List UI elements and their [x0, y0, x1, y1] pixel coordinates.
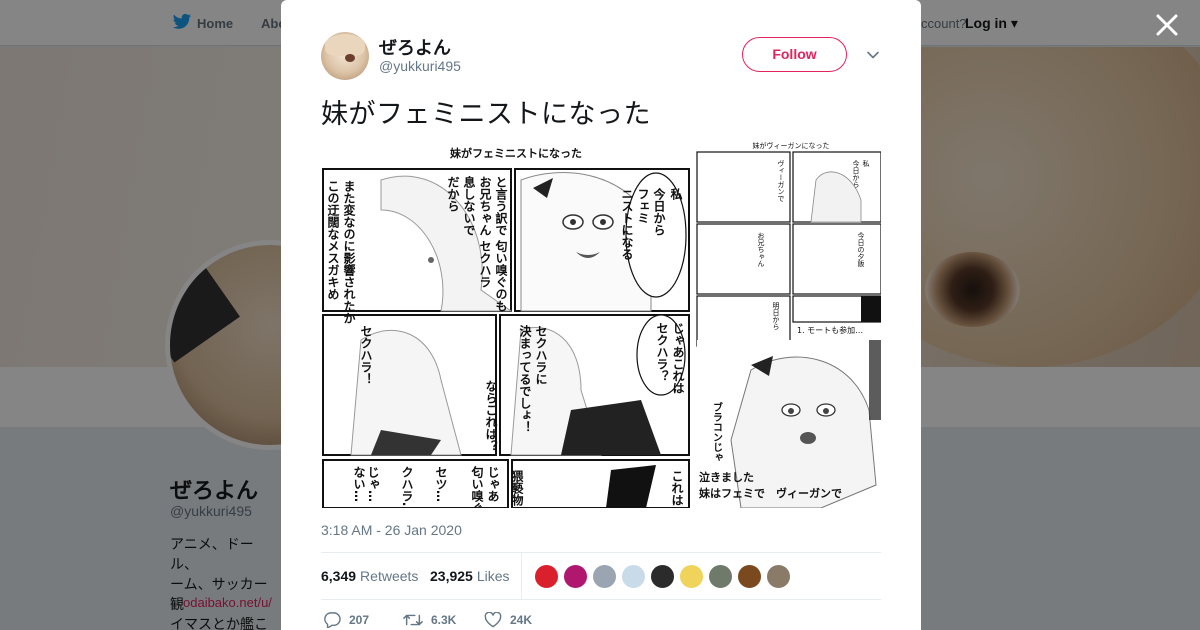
- tweet-text: 妹がフェミニストになった: [321, 99, 651, 130]
- follow-button[interactable]: Follow: [742, 37, 847, 72]
- manga-text-8: だから: [446, 176, 460, 212]
- manga-right-text-8: 泣きました: [699, 470, 754, 484]
- heart-icon: [484, 612, 502, 628]
- avatar-art-eye: [345, 54, 355, 62]
- manga-text-11: また変なのに影響されたか: [342, 180, 356, 324]
- manga-text-12: この迂闊なメスガキめ: [326, 180, 340, 300]
- liker-avatar[interactable]: [534, 564, 559, 589]
- tweet-media-image[interactable]: 妹がフェミニストになった 私 今日から フェミ ニストになる と言う訳で お兄ち…: [321, 140, 881, 508]
- chevron-down-icon[interactable]: [865, 47, 881, 63]
- tweet-permalink-modal: ぜろよん @yukkuri495 Follow 妹がフェミニストになった 妹がフ…: [281, 0, 921, 630]
- reply-icon: [324, 612, 341, 628]
- retweets-stat[interactable]: 6,349 Retweets: [321, 568, 418, 584]
- liker-avatar[interactable]: [650, 564, 675, 589]
- retweet-count: 6.3K: [431, 613, 457, 627]
- author-avatar[interactable]: [321, 32, 369, 80]
- manga-right-text-2: 私: [862, 159, 870, 168]
- liker-avatar[interactable]: [679, 564, 704, 589]
- liker-avatar[interactable]: [737, 564, 762, 589]
- like-count: 24K: [510, 613, 533, 627]
- reply-button[interactable]: 207: [323, 612, 369, 628]
- reply-count: 207: [349, 613, 370, 627]
- manga-right-text-9: 妹はフェミで ヴィーガンで: [698, 486, 842, 500]
- manga-text-26: これは: [670, 470, 684, 506]
- manga-text-21: セツ…: [434, 466, 448, 502]
- manga-text-16: セクハラに: [534, 325, 548, 385]
- likes-stat[interactable]: 23,925 Likes: [430, 568, 510, 584]
- manga-text-15: セクハラ？: [655, 322, 669, 382]
- avatar-art-bangs: [325, 34, 365, 56]
- manga-right-text-4: お兄ちゃん: [757, 232, 765, 267]
- liker-avatar[interactable]: [766, 564, 791, 589]
- liker-avatar[interactable]: [592, 564, 617, 589]
- manga-right-text-5: 今日の夕飯: [857, 231, 865, 268]
- manga-text-14: じゃあこれは: [671, 322, 685, 394]
- manga-right-caption: 1. モートも参加…: [797, 325, 863, 335]
- manga-right-title: 妹がヴィーガンになった: [753, 141, 830, 150]
- manga-right-text-1: ヴィーガンで: [777, 159, 785, 202]
- manga-text-5: と言う訳で: [494, 176, 508, 236]
- liker-avatar[interactable]: [708, 564, 733, 589]
- manga-text-6: お兄ちゃん: [478, 176, 492, 236]
- manga-left-title: 妹がフェミニストになった: [449, 146, 582, 160]
- manga-right-text-6: 明日から: [772, 302, 780, 330]
- manga-text-9: 匂い嗅ぐのも: [494, 239, 508, 312]
- manga-text-3: フェミ: [636, 188, 650, 224]
- retweet-button[interactable]: 6.3K: [403, 612, 456, 628]
- like-button[interactable]: 24K: [484, 612, 532, 628]
- liker-avatar[interactable]: [563, 564, 588, 589]
- manga-text-18: ならこれは？: [484, 380, 498, 452]
- retweet-icon: [403, 614, 423, 626]
- author-handle[interactable]: @yukkuri495: [379, 58, 461, 74]
- liker-avatar[interactable]: [621, 564, 646, 589]
- manga-text-10: セクハラ: [478, 240, 492, 288]
- manga-text-23: じゃ…: [366, 466, 380, 502]
- tweet-timestamp[interactable]: 3:18 AM - 26 Jan 2020: [321, 522, 462, 538]
- manga-text-7: 息しないで: [462, 175, 476, 236]
- manga-text-4: ニストになる: [620, 188, 634, 260]
- tweet-stats: 6,349 Retweets 23,925 Likes: [321, 552, 881, 600]
- manga-text-17: 決まってるでしょ！: [518, 324, 532, 433]
- close-icon[interactable]: [1154, 12, 1180, 38]
- manga-comic-image: 妹がフェミニストになった 私 今日から フェミ ニストになる と言う訳で お兄ち…: [321, 140, 881, 508]
- manga-text-13: セクハラ！: [359, 325, 373, 385]
- manga-text-22: クハラ…: [400, 466, 414, 508]
- manga-right-text-7: ブラコンじゃ: [711, 401, 722, 462]
- tweet-actions: 207 6.3K 24K: [321, 610, 881, 630]
- manga-text-1: 私: [669, 187, 683, 201]
- stats-divider: [521, 553, 522, 599]
- manga-text-24: ない…: [352, 466, 366, 502]
- author-name[interactable]: ぜろよん: [379, 34, 451, 60]
- manga-text-25: 猥褻物: [510, 469, 524, 507]
- manga-text-20: 匂い嗅ぐ: [470, 465, 484, 508]
- manga-text-2: 今日から: [652, 187, 666, 236]
- manga-text-19: じゃあ: [486, 466, 500, 502]
